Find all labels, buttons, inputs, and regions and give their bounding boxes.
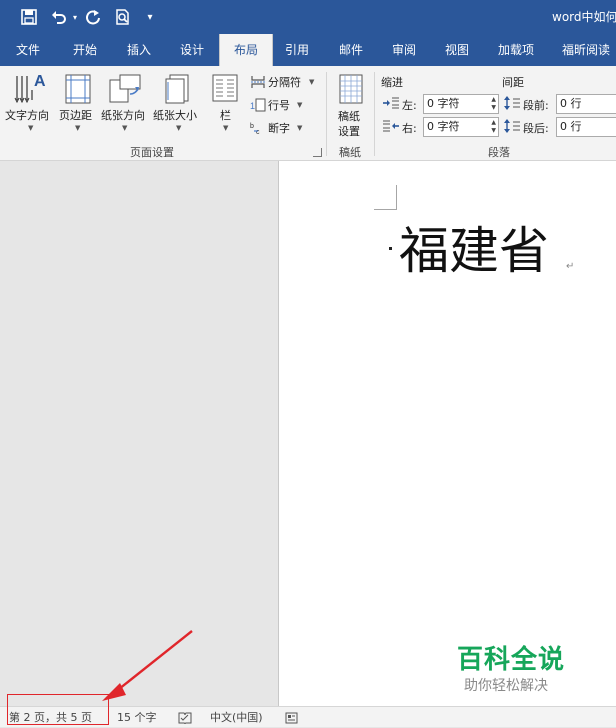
page-setup-dialog-launcher-icon[interactable] (313, 148, 322, 157)
window-title: word中如何 (552, 10, 616, 24)
margin-corner-mark (374, 185, 397, 210)
paragraph-group-label: 段落 (488, 146, 510, 159)
spin-arrows-icon[interactable]: ▲ ▼ (491, 96, 496, 112)
tab-addins[interactable]: 加载项 (498, 34, 534, 66)
margins-label: 页边距 (59, 109, 92, 122)
indent-left-label: 左: (402, 99, 417, 112)
svg-text:1: 1 (250, 101, 255, 111)
document-page[interactable]: 福建省 ↵ 百科全说 助你轻松解决 (278, 161, 616, 706)
bullet-dot (389, 247, 392, 250)
line-numbers-icon: 1 (250, 98, 266, 112)
spacing-before-label: 段前: (523, 99, 549, 112)
tab-references[interactable]: 引用 (285, 34, 309, 66)
watermark-subtitle: 助你轻松解决 (464, 678, 548, 694)
tab-foxit-reader[interactable]: 福昕阅读 (562, 34, 610, 66)
line-numbers-label: 行号 (268, 99, 290, 112)
spacing-after-input[interactable]: 0 行 (556, 117, 616, 137)
indent-left-icon (383, 97, 399, 109)
macro-record-icon[interactable] (285, 709, 298, 728)
manuscript-icon (339, 74, 363, 104)
watermark-title: 百科全说 (457, 645, 566, 675)
tab-file[interactable]: 文件 (16, 34, 40, 66)
text-direction-dropdown-icon[interactable]: ▼ (28, 124, 33, 132)
proofing-icon[interactable] (178, 709, 192, 728)
indent-right-value: 0 字符 (427, 120, 460, 133)
indent-left-input[interactable]: 0 字符 ▲ ▼ (423, 94, 499, 114)
tab-design[interactable]: 设计 (180, 34, 204, 66)
indent-header: 缩进 (381, 76, 403, 89)
page-size-label: 纸张大小 (153, 109, 197, 122)
document-heading[interactable]: 福建省 (399, 221, 549, 281)
undo-dropdown-icon[interactable]: ▾ (70, 0, 80, 34)
columns-dropdown-icon[interactable]: ▼ (223, 124, 228, 132)
word-count-status[interactable]: 15 个字 (117, 709, 157, 725)
print-preview-icon[interactable] (112, 0, 134, 34)
hyphenation-label: 断字 (268, 122, 290, 135)
group-divider (326, 72, 327, 156)
columns-label: 栏 (220, 109, 231, 122)
breaks-dropdown-icon: ▼ (309, 78, 315, 86)
svg-text:A: A (34, 73, 46, 90)
heading-text: 福建省 (399, 222, 549, 280)
text-direction-label: 文字方向 (5, 109, 49, 122)
tab-review[interactable]: 审阅 (392, 34, 416, 66)
page-size-dropdown-icon[interactable]: ▼ (176, 124, 181, 132)
manuscript-settings-button[interactable]: 稿纸 设置 (332, 70, 370, 140)
redo-icon[interactable] (82, 0, 104, 34)
spacing-before-input[interactable]: 0 行 (556, 94, 616, 114)
text-direction-icon: A (14, 73, 46, 104)
orientation-label: 纸张方向 (101, 109, 145, 122)
margins-icon (65, 74, 91, 104)
group-divider (374, 72, 375, 156)
svg-text:b: b (250, 123, 254, 130)
margins-dropdown-icon[interactable]: ▼ (75, 124, 80, 132)
spacing-header: 间距 (502, 76, 524, 89)
spacing-before-icon (504, 96, 520, 110)
svg-text:c: c (256, 129, 260, 135)
orientation-dropdown-icon[interactable]: ▼ (122, 124, 127, 132)
indent-right-icon (383, 120, 399, 132)
manuscript-label-line1: 稿纸 (338, 110, 360, 123)
annotation-arrow (102, 630, 193, 701)
tab-layout[interactable]: 布局 (219, 34, 273, 66)
spacing-after-label: 段后: (523, 122, 549, 135)
line-numbers-button[interactable]: 1 行号 ▼ (248, 96, 318, 114)
paragraph-mark: ↵ (566, 261, 575, 272)
spin-arrows-icon[interactable]: ▲ ▼ (491, 119, 496, 135)
tab-mailings[interactable]: 邮件 (339, 34, 363, 66)
tab-view[interactable]: 视图 (445, 34, 469, 66)
spacing-after-icon (504, 119, 520, 133)
hyphenation-button[interactable]: bc 断字 ▼ (248, 119, 318, 137)
orientation-icon (109, 74, 141, 103)
customize-dropdown-icon[interactable]: ▾ (142, 0, 158, 34)
indent-right-input[interactable]: 0 字符 ▲ ▼ (423, 117, 499, 137)
line-numbers-dropdown-icon: ▼ (297, 101, 303, 109)
save-icon[interactable] (18, 0, 40, 34)
tab-insert[interactable]: 插入 (127, 34, 151, 66)
hyphenation-dropdown-icon: ▼ (297, 124, 303, 132)
spacing-before-value: 0 行 (560, 97, 582, 110)
manuscript-label-line2: 设置 (338, 125, 360, 138)
manuscript-group-label: 稿纸 (339, 146, 361, 159)
language-status[interactable]: 中文(中国) (210, 709, 263, 725)
breaks-button[interactable]: 分隔符 ▼ (248, 73, 318, 91)
indent-right-label: 右: (402, 122, 417, 135)
tab-home[interactable]: 开始 (73, 34, 97, 66)
spacing-after-value: 0 行 (560, 120, 582, 133)
undo-icon[interactable] (48, 0, 70, 34)
breaks-label: 分隔符 (268, 76, 301, 89)
breaks-icon (251, 76, 265, 88)
highlight-box (7, 694, 109, 725)
indent-left-value: 0 字符 (427, 97, 460, 110)
hyphenation-icon: bc (250, 123, 260, 135)
page-size-icon (165, 74, 189, 104)
columns-icon (212, 74, 238, 102)
page-setup-group-label: 页面设置 (130, 146, 174, 159)
